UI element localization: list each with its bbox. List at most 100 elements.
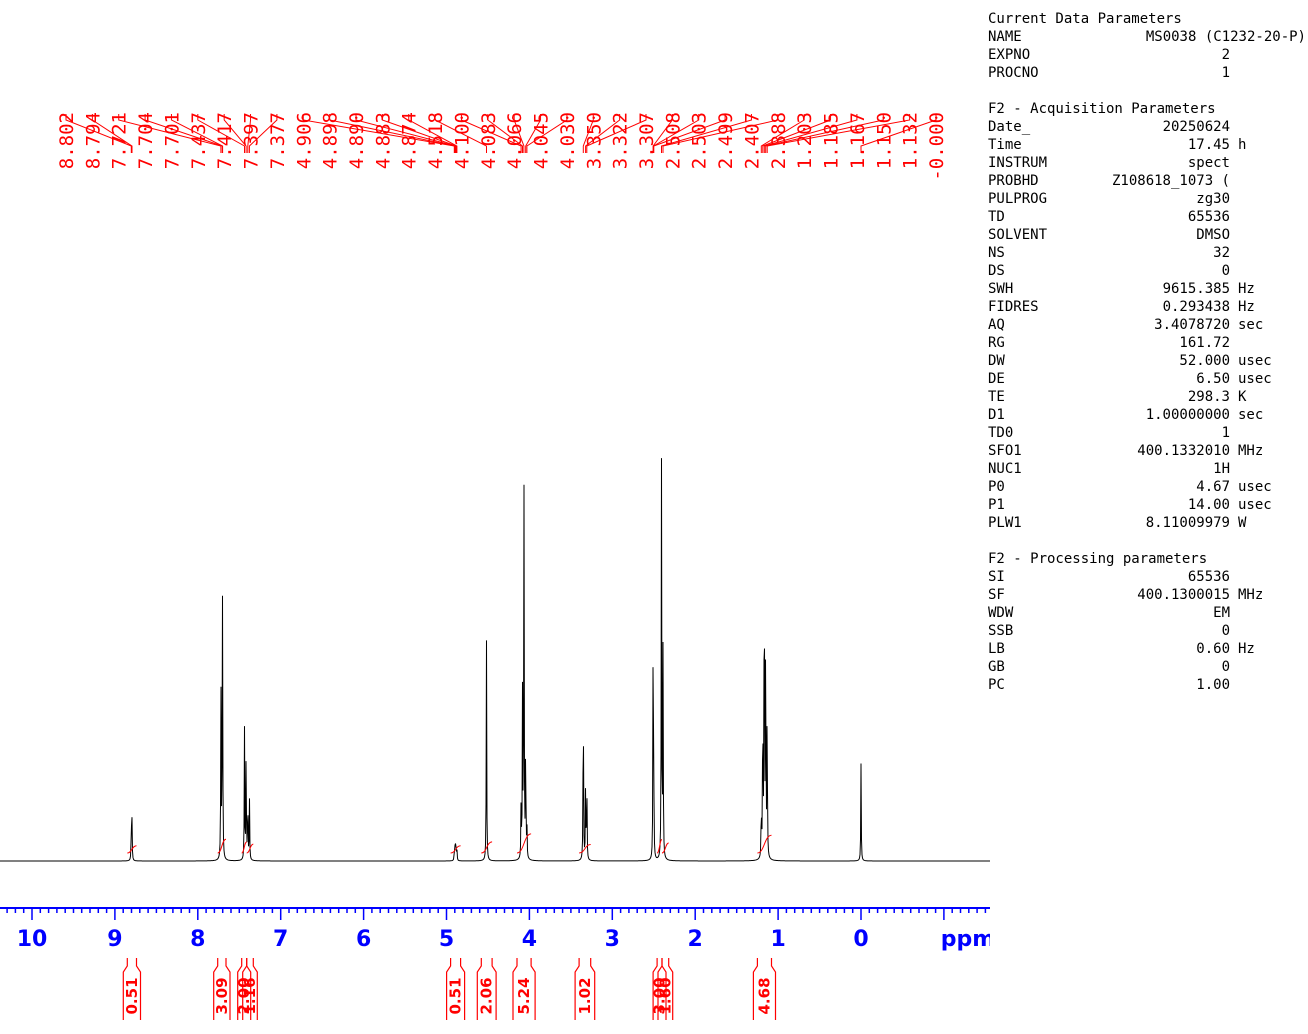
param-unit: Hz (1238, 299, 1255, 315)
axis-tick-label: 0 (853, 927, 868, 952)
axis-unit-label: ppm (941, 927, 990, 952)
param-value: 1 (1221, 65, 1230, 81)
param-row: PULPROG zg30 (988, 190, 1306, 208)
param-unit: W (1238, 515, 1247, 531)
parameters-panel: Current Data Parameters NAME MS0038 (C123… (988, 10, 1306, 694)
param-row: P1 14.00 usec (988, 496, 1306, 514)
param-value: 0 (1221, 659, 1230, 675)
param-row: TE 298.3 K (988, 388, 1306, 406)
integral-value: 2.06 (478, 977, 496, 1014)
axis-tick-label: 7 (273, 927, 288, 952)
integral-value: 0.51 (447, 977, 465, 1014)
peak-label: 3.322 (610, 112, 632, 169)
param-key: FIDRES (988, 299, 1039, 315)
param-key: SF (988, 587, 1005, 603)
param-row: PROCNO 1 (988, 64, 1306, 82)
integral-curve (516, 833, 532, 854)
param-unit: sec (1238, 407, 1264, 423)
param-value: 400.1300015 (1137, 587, 1230, 603)
peak-connector (860, 114, 937, 153)
param-row: SFO1 400.1332010 MHz (988, 442, 1306, 460)
param-unit: K (1238, 389, 1247, 405)
param-value: 0 (1221, 623, 1230, 639)
param-value: 14.00 (1187, 497, 1230, 513)
param-row: SOLVENT DMSO (988, 226, 1306, 244)
param-row: D1 1.00000000 sec (988, 406, 1306, 424)
param-value: 400.1332010 (1137, 443, 1230, 459)
param-key: AQ (988, 317, 1005, 333)
param-unit: usec (1238, 371, 1272, 387)
param-row: NAME MS0038 (C1232-20-P) (988, 28, 1306, 46)
param-key: SWH (988, 281, 1014, 297)
param-row: FIDRES 0.293438 Hz (988, 298, 1306, 316)
param-key: DW (988, 353, 1005, 369)
param-key: SOLVENT (988, 227, 1048, 243)
param-unit: sec (1238, 317, 1264, 333)
param-value: 1.00 (1196, 677, 1230, 693)
param-row: P0 4.67 usec (988, 478, 1306, 496)
param-key: SFO1 (988, 443, 1022, 459)
param-key: P1 (988, 497, 1005, 513)
param-key: P0 (988, 479, 1005, 495)
param-key: GB (988, 659, 1005, 675)
param-key: D1 (988, 407, 1005, 423)
integral-value: 5.24 (515, 977, 533, 1014)
axis-tick-label: 9 (107, 927, 122, 952)
peak-label: 2.407 (741, 112, 763, 169)
peak-label: 7.397 (241, 112, 263, 169)
peak-label: 2.499 (715, 112, 737, 169)
param-row: Time 17.45 h (988, 136, 1306, 154)
param-value: Z108618_1073 ( (1111, 173, 1230, 189)
param-value: 1H (1213, 461, 1230, 477)
peak-label: 3.350 (583, 112, 605, 169)
integral-curve (217, 838, 227, 854)
param-row: PROBHD Z108618_1073 ( (988, 172, 1306, 190)
param-key: DE (988, 371, 1005, 387)
integral-value: 1.02 (576, 977, 594, 1014)
peak-label: 1.185 (821, 112, 843, 169)
param-unit: h (1238, 137, 1247, 153)
integral-value: 0.51 (123, 977, 141, 1014)
param-unit: usec (1238, 497, 1272, 513)
param-row: SI 65536 (988, 568, 1306, 586)
ppm-axis: 10 9 8 7 6 5 4 3 2 1 0 ppm (0, 907, 990, 952)
param-value: 2 (1221, 47, 1230, 63)
integral-curve (241, 841, 247, 854)
param-unit: Hz (1238, 281, 1255, 297)
param-value: 52.000 (1179, 353, 1230, 369)
param-row: DS 0 (988, 262, 1306, 280)
param-key: NS (988, 245, 1005, 261)
param-value: spect (1187, 155, 1230, 171)
param-key: NAME (988, 29, 1022, 45)
param-row: NUC1 1H (988, 460, 1306, 478)
param-key: EXPNO (988, 47, 1031, 63)
param-value: 9615.385 (1162, 281, 1230, 297)
param-key: LB (988, 641, 1005, 657)
param-unit: MHz (1238, 443, 1264, 459)
axis-tick-label: 8 (190, 927, 205, 952)
axis-tick-label: 1 (770, 927, 785, 952)
param-unit: MHz (1238, 587, 1264, 603)
param-key: WDW (988, 605, 1014, 621)
param-unit: Hz (1238, 641, 1255, 657)
integral-curve (127, 845, 137, 854)
param-key: Date_ (988, 119, 1031, 135)
param-row: EXPNO 2 (988, 46, 1306, 64)
param-value: 0 (1221, 263, 1230, 279)
axis-tick-group (6, 908, 987, 920)
param-unit: usec (1238, 479, 1272, 495)
peak-label: 7.377 (267, 112, 289, 169)
param-row: LB 0.60 Hz (988, 640, 1306, 658)
param-row: GB 0 (988, 658, 1306, 676)
param-key: RG (988, 335, 1005, 351)
param-row: TD0 1 (988, 424, 1306, 442)
param-key: PC (988, 677, 1005, 693)
param-value: DMSO (1196, 227, 1230, 243)
acquisition-params-title: F2 - Acquisition Parameters (988, 101, 1216, 117)
param-value: zg30 (1196, 191, 1230, 207)
integral-value: 3.09 (213, 977, 231, 1014)
param-key: SSB (988, 623, 1014, 639)
param-row: PLW1 8.11009979 W (988, 514, 1306, 532)
integral-curve (481, 841, 493, 854)
nmr-spectrum-chart: 8.802 8.794 7.721 7.704 7.701 7.437 7.417 7.397… (0, 112, 990, 1020)
